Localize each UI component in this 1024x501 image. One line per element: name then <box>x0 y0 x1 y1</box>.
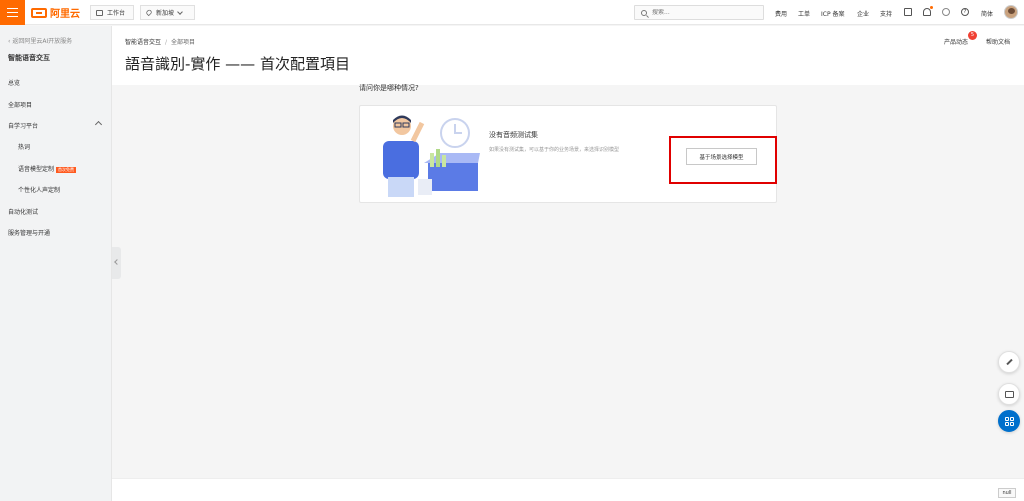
sidebar: ‹ 返回阿里云AI开放服务 智能语音交互 总览 全部项目 自学习平台 热词 语音… <box>0 26 112 501</box>
scenario-card: 没有音频测试集 如果没有测试集，可以基于你的业务场景，来选择识别模型 基于场景选… <box>359 105 777 203</box>
null-tag: null <box>998 488 1016 498</box>
search-input[interactable] <box>652 9 752 16</box>
notification-dot <box>930 6 933 9</box>
choose-model-button[interactable]: 基于场景选择模型 <box>686 148 757 165</box>
breadcrumb-item-voice[interactable]: 智能语音交互 <box>125 39 161 46</box>
breadcrumb-item-projects: 全部项目 <box>171 39 196 46</box>
model-custom-label: 语音模型定制 <box>18 166 55 173</box>
home-icon <box>96 9 103 16</box>
help-docs-link[interactable]: 帮助文档 <box>986 37 1010 46</box>
sidebar-item-all-projects[interactable]: 全部项目 <box>8 100 32 109</box>
top-bar: 阿里云 工作台 新加坡 费用 工单 ICP 备案 企业 支持 ? 简体 <box>0 0 1024 25</box>
feedback-fab[interactable] <box>998 383 1020 405</box>
language-switch[interactable]: 简体 <box>981 9 993 18</box>
logo-icon <box>31 7 47 18</box>
sidebar-item-voice-custom[interactable]: 个性化人声定制 <box>18 185 60 194</box>
sidebar-item-service-mgmt[interactable]: 服务管理与开通 <box>8 228 50 237</box>
apps-fab[interactable] <box>998 410 1020 432</box>
sidebar-item-hotwords[interactable]: 热词 <box>18 142 30 151</box>
nav-tickets[interactable]: 工单 <box>798 9 810 18</box>
chevron-up-icon[interactable] <box>94 120 103 129</box>
news-count-badge: 5 <box>968 31 977 40</box>
free-badge: 首次免费 <box>56 166 77 173</box>
card-title: 没有音频测试集 <box>489 131 538 139</box>
breadcrumb: 智能语音交互 / 全部项目 <box>125 39 196 46</box>
lightbulb-icon[interactable] <box>942 8 950 16</box>
edit-fab[interactable] <box>998 351 1020 373</box>
page-header: 智能语音交互 / 全部项目 語音識別-實作 —— 首次配置項目 产品动态 5 帮助文… <box>112 26 1024 85</box>
nav-enterprise[interactable]: 企业 <box>857 9 869 18</box>
workbench-button[interactable]: 工作台 <box>90 5 134 20</box>
person-thinking-illustration <box>383 115 480 197</box>
pencil-icon <box>1005 358 1013 366</box>
region-selector[interactable]: 新加坡 <box>140 5 195 20</box>
terminal-icon[interactable] <box>904 8 912 16</box>
logo-text: 阿里云 <box>50 9 80 20</box>
search-icon <box>641 9 647 16</box>
page-title: 語音識別-實作 —— 首次配置項目 <box>125 55 350 73</box>
chat-icon <box>1004 390 1014 398</box>
location-icon <box>145 8 153 17</box>
aliyun-logo[interactable]: 阿里云 <box>31 6 80 20</box>
footer <box>112 478 1024 501</box>
sidebar-item-auto-test[interactable]: 自动化测试 <box>8 207 38 216</box>
back-link-label: 返回阿里云AI开放服务 <box>12 38 73 45</box>
question-heading: 请问你是哪种情况? <box>359 84 419 92</box>
help-icon[interactable]: ? <box>961 8 969 16</box>
grid-icon <box>1004 416 1014 426</box>
nav-billing[interactable]: 费用 <box>775 9 787 18</box>
card-description: 如果没有测试集，可以基于你的业务场景，来选择识别模型 <box>489 147 620 153</box>
sidebar-collapse-handle[interactable] <box>112 247 121 279</box>
region-label: 新加坡 <box>156 10 175 17</box>
sidebar-item-overview[interactable]: 总览 <box>8 78 20 87</box>
chevron-down-icon <box>177 8 183 15</box>
bell-icon[interactable] <box>923 8 931 16</box>
avatar[interactable] <box>1004 5 1018 19</box>
sidebar-title: 智能语音交互 <box>8 54 50 62</box>
nav-support[interactable]: 支持 <box>880 9 892 18</box>
back-link[interactable]: ‹ 返回阿里云AI开放服务 <box>8 36 72 45</box>
menu-icon[interactable] <box>0 0 25 25</box>
search-box[interactable] <box>634 5 764 20</box>
sidebar-item-model-custom[interactable]: 语音模型定制 首次免费 <box>18 164 77 173</box>
workbench-label: 工作台 <box>107 10 126 17</box>
product-news-link[interactable]: 产品动态 <box>944 37 968 46</box>
nav-icp[interactable]: ICP 备案 <box>821 9 845 18</box>
sidebar-item-self-learning[interactable]: 自学习平台 <box>8 121 38 130</box>
